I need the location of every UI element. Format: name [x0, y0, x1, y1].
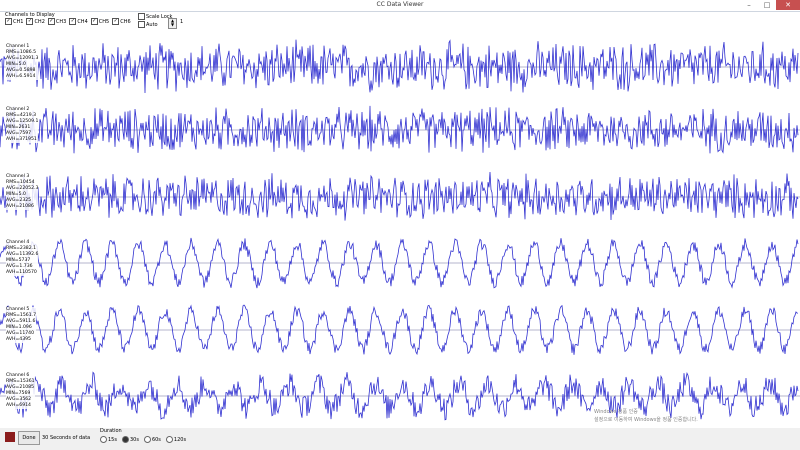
done-button[interactable]: Done	[18, 431, 40, 445]
channel-stat: AVH=110570	[6, 270, 37, 275]
seconds-label: 30 Seconds of data	[42, 435, 91, 441]
duration-120s[interactable]: 120s	[165, 436, 186, 443]
channel-1-info: Channel 1 RMS=1086.5 AVG=12091.3 MIN=5.0 AVG…	[6, 44, 39, 80]
channel-4-info: Channel 4 RMS=2382.1 AVG=11392.6 MIN=5737 AV…	[6, 240, 39, 276]
channel-3-trace	[0, 171, 799, 221]
waveform-plot-area	[0, 39, 800, 421]
app-icon	[5, 432, 15, 442]
duration-60s[interactable]: 60s	[143, 436, 161, 443]
channel-3-info: Channel 3 RMS=10454 AVG=22052.3 MIN=5.0 AVG=…	[6, 174, 39, 210]
channel-stat: AVH=6914	[6, 403, 31, 408]
channel-stat: AVH=371951	[6, 137, 37, 142]
channel-1-trace	[0, 39, 799, 94]
channel-5-info: Channel 5 RMS=1561.7 AVG=5911.6 MIN=1.096 AV…	[6, 307, 36, 343]
channel-stat: AVH=4395	[6, 337, 31, 342]
activation-watermark: Windows 정품 인증 설정으로 이동하여 Windows을 정품 인증합니…	[594, 409, 698, 423]
channel-stat: AVH=6.5914	[6, 74, 36, 79]
channel-2-info: Channel 2 RMS=4219.3 AVG=12509.1 MIN=2631 AV…	[6, 107, 39, 143]
channel-2-trace	[0, 105, 799, 154]
duration-15s[interactable]: 15s	[100, 436, 117, 443]
channel-6-info: Channel 6 RMS=15361 AVG=21085 MIN=7569 AVG=3…	[6, 373, 35, 409]
duration-options: 15s 30s 60s 120s	[100, 436, 186, 443]
duration-label: Duration	[100, 428, 122, 434]
channel-stat: AVH=21086	[6, 204, 34, 209]
duration-30s[interactable]: 30s	[121, 436, 139, 443]
